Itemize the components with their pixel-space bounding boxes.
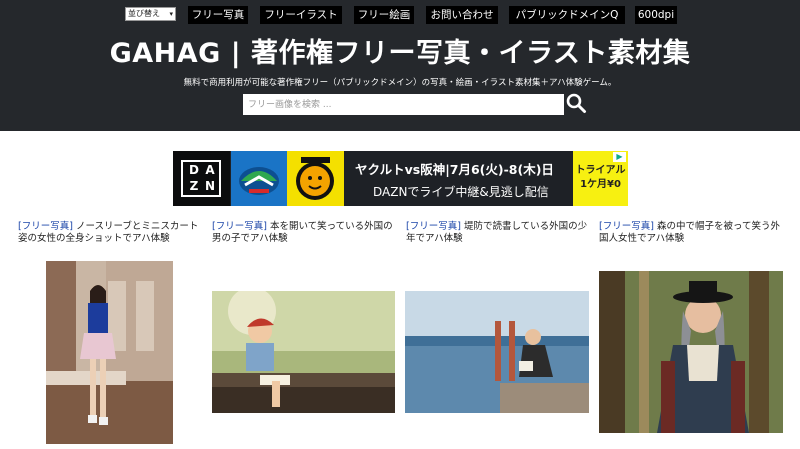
post-tag[interactable]: [フリー写真] [599, 221, 654, 232]
site-title[interactable]: GAHAG | 著作権フリー写真・イラスト素材集 [0, 36, 800, 72]
sort-dropdown[interactable]: 並び替え ▾ [125, 7, 176, 21]
nav-free-photo[interactable]: フリー写真 [188, 6, 248, 24]
post-tag[interactable]: [フリー写真] [406, 221, 461, 232]
search-input[interactable] [243, 94, 564, 115]
post-thumbnail-woman-full-body[interactable] [46, 261, 173, 444]
post-caption[interactable]: [フリー写真] 堤防で読書している外国の少年でアハ体験 [406, 221, 592, 245]
site-subtitle: 無料で商用利用が可能な著作権フリー（パブリックドメイン）の写真・絵画・イラスト素… [183, 78, 617, 88]
post-tag[interactable]: [フリー写真] [18, 221, 73, 232]
adchoices-icon[interactable]: ▶ [613, 152, 626, 162]
post-caption[interactable]: [フリー写真] ノースリーブとミニスカート姿の女性の全身ショットでアハ体験 [18, 221, 204, 245]
nav-free-painting[interactable]: フリー絵画 [354, 6, 414, 24]
magnifier-icon [566, 93, 586, 113]
sort-label: 並び替え [128, 9, 160, 18]
nav-contact[interactable]: お問い合わせ [426, 6, 498, 24]
swallows-logo [231, 151, 287, 206]
post-thumbnail-boy-reading-pier[interactable] [405, 291, 589, 413]
site-header: 並び替え ▾ フリー写真 フリーイラスト フリー絵画 お問い合わせ パブリックド… [0, 0, 800, 131]
chevron-down-icon: ▾ [169, 10, 173, 18]
tigers-logo [287, 151, 344, 206]
ad-trial-text: トライアル 1ケ月¥0 [575, 165, 626, 190]
post-caption[interactable]: [フリー写真] 本を開いて笑っている外国の男の子でアハ体験 [212, 221, 398, 245]
nav-free-illust[interactable]: フリーイラスト [260, 6, 342, 24]
dazn-logo: D A Z N [173, 151, 230, 206]
post-thumbnail-boy-with-book[interactable] [212, 291, 395, 413]
ad-banner[interactable]: D A Z N ヤクルトvs阪神|7月6(火)-8(木)日 DAZNでライブ中継… [173, 151, 628, 206]
ad-headline: ヤクルトvs阪神|7月6(火)-8(木)日 [355, 162, 554, 177]
ad-body: DAZNでライブ中継&見逃し配信 [373, 185, 549, 199]
post-tag[interactable]: [フリー写真] [212, 221, 267, 232]
nav-600dpi[interactable]: 600dpi [635, 6, 677, 24]
nav-public-domain-q[interactable]: パブリックドメインQ [509, 6, 625, 24]
post-thumbnail-woman-in-forest[interactable] [599, 271, 783, 433]
post-caption[interactable]: [フリー写真] 森の中で帽子を被って笑う外国人女性でアハ体験 [599, 221, 785, 245]
search-button[interactable] [565, 92, 587, 114]
